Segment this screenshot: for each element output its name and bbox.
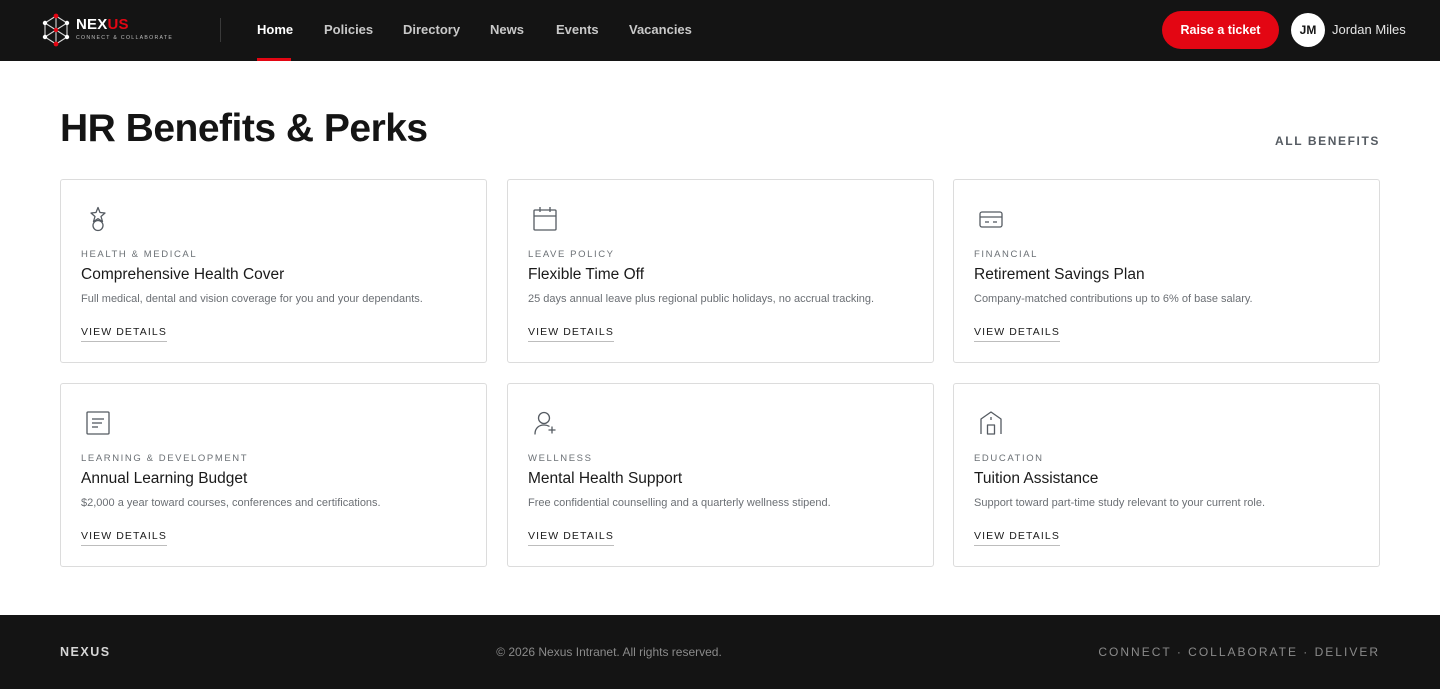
view-details-link[interactable]: VIEW DETAILS — [81, 530, 167, 546]
user-avatar[interactable]: JM — [1291, 13, 1325, 47]
benefit-card-health: HEALTH & MEDICAL Comprehensive Health Co… — [60, 179, 487, 363]
card-description: $2,000 a year toward courses, conference… — [81, 497, 381, 509]
nav-item-directory[interactable]: Directory — [403, 22, 460, 38]
card-description: Company-matched contributions up to 6% o… — [974, 293, 1253, 305]
raise-ticket-button[interactable]: Raise a ticket — [1162, 11, 1279, 49]
nav-item-news[interactable]: News — [490, 22, 524, 38]
footer-tagline: CONNECT · COLLABORATE · DELIVER — [1098, 645, 1380, 659]
nav-item-home[interactable]: Home — [257, 22, 293, 38]
nav-item-vacancies[interactable]: Vacancies — [629, 22, 692, 38]
card-title: Mental Health Support — [528, 470, 683, 487]
card-category: FINANCIAL — [974, 249, 1039, 260]
benefit-card-wellness: WELLNESS Mental Health Support Free conf… — [507, 383, 934, 567]
card-description: 25 days annual leave plus regional publi… — [528, 293, 875, 305]
footer: NEXUS © 2026 Nexus Intranet. All rights … — [0, 615, 1440, 689]
calendar-icon — [533, 207, 557, 231]
school-building-icon — [980, 411, 1002, 435]
view-details-link[interactable]: VIEW DETAILS — [974, 530, 1060, 546]
person-plus-icon — [534, 411, 556, 435]
header-divider — [220, 18, 221, 42]
card-title: Annual Learning Budget — [81, 470, 248, 487]
card-title: Flexible Time Off — [528, 266, 645, 283]
user-name[interactable]: Jordan Miles — [1332, 22, 1406, 38]
benefit-card-financial: FINANCIAL Retirement Savings Plan Compan… — [953, 179, 1380, 363]
benefit-card-education: EDUCATION Tuition Assistance Support tow… — [953, 383, 1380, 567]
brand-logo[interactable]: NEXUS CONNECT & COLLABORATE — [40, 13, 200, 47]
credit-card-icon — [979, 211, 1003, 228]
top-navbar: NEXUS CONNECT & COLLABORATE Home Policie… — [0, 0, 1440, 61]
brand-tagline: CONNECT & COLLABORATE — [76, 35, 174, 41]
active-nav-indicator — [257, 58, 291, 61]
view-details-link[interactable]: VIEW DETAILS — [974, 326, 1060, 342]
nav-item-events[interactable]: Events — [556, 22, 599, 38]
network-logo-icon — [42, 13, 70, 47]
benefit-card-learning: LEARNING & DEVELOPMENT Annual Learning B… — [60, 383, 487, 567]
view-details-link[interactable]: VIEW DETAILS — [528, 326, 614, 342]
card-category: LEAVE POLICY — [528, 249, 615, 260]
card-title: Comprehensive Health Cover — [81, 266, 285, 283]
card-description: Full medical, dental and vision coverage… — [81, 293, 423, 305]
card-description: Support toward part-time study relevant … — [974, 497, 1266, 509]
page-title: HR Benefits & Perks — [60, 107, 428, 150]
card-title: Tuition Assistance — [974, 470, 1099, 487]
card-category: EDUCATION — [974, 453, 1044, 464]
view-details-link[interactable]: VIEW DETAILS — [528, 530, 614, 546]
document-icon — [86, 411, 110, 435]
brand-name: NEXUS — [76, 16, 129, 33]
benefit-card-leave: LEAVE POLICY Flexible Time Off 25 days a… — [507, 179, 934, 363]
view-details-link[interactable]: VIEW DETAILS — [81, 326, 167, 342]
all-benefits-link[interactable]: ALL BENEFITS — [1275, 134, 1380, 148]
footer-copyright: © 2026 Nexus Intranet. All rights reserv… — [496, 645, 722, 659]
card-title: Retirement Savings Plan — [974, 266, 1145, 283]
card-category: HEALTH & MEDICAL — [81, 249, 198, 260]
card-description: Free confidential counselling and a quar… — [528, 497, 831, 509]
card-category: WELLNESS — [528, 453, 593, 464]
nav-item-policies[interactable]: Policies — [324, 22, 373, 38]
card-category: LEARNING & DEVELOPMENT — [81, 453, 249, 464]
medal-icon — [90, 206, 106, 232]
